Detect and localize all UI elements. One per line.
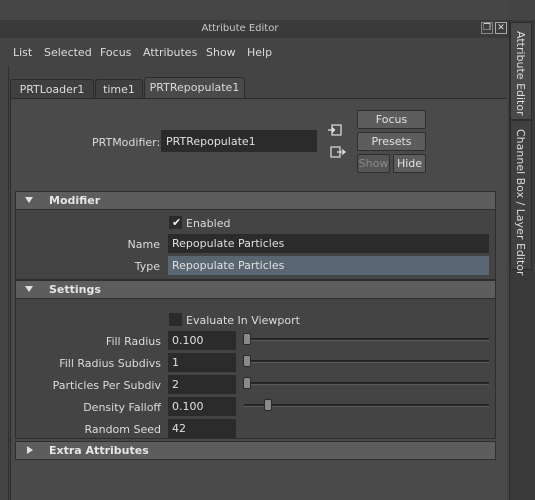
attribute-editor-window: Attribute Editor ❐ ✕ List Selected Focus… bbox=[0, 0, 535, 500]
evaluate-in-viewport-checkbox[interactable] bbox=[169, 313, 182, 326]
random-seed-label: Random Seed bbox=[84, 423, 161, 436]
modifier-section-title: Modifier bbox=[49, 194, 101, 207]
particles-per-subdiv-field[interactable]: 2 bbox=[168, 375, 236, 394]
fill-radius-subdivs-slider[interactable] bbox=[244, 360, 489, 363]
type-label: Type bbox=[134, 260, 160, 273]
fill-radius-slider-handle[interactable] bbox=[243, 333, 251, 345]
channel-box-tab-label: Channel Box / Layer Editor bbox=[514, 129, 527, 276]
tab-attribute-editor[interactable]: Attribute Editor bbox=[510, 22, 532, 120]
extra-attributes-title: Extra Attributes bbox=[49, 444, 149, 457]
tab-channel-box-layer-editor[interactable]: Channel Box / Layer Editor bbox=[510, 120, 532, 276]
menu-selected[interactable]: Selected bbox=[44, 46, 92, 59]
menu-attributes[interactable]: Attributes bbox=[143, 46, 197, 59]
presets-button[interactable]: Presets bbox=[357, 132, 426, 151]
density-falloff-slider[interactable] bbox=[244, 404, 489, 407]
name-field[interactable]: Repopulate Particles bbox=[168, 234, 489, 253]
particles-per-subdiv-slider-handle[interactable] bbox=[243, 377, 251, 389]
fill-radius-subdivs-field[interactable]: 1 bbox=[168, 353, 236, 372]
settings-section-header[interactable]: Settings bbox=[15, 280, 496, 299]
title-bar: Attribute Editor bbox=[0, 20, 509, 38]
hide-button[interactable]: Hide bbox=[393, 154, 426, 173]
checkmark-icon: ✔ bbox=[172, 216, 182, 229]
collapse-arrow-icon bbox=[25, 197, 33, 203]
particles-per-subdiv-label: Particles Per Subdiv bbox=[52, 379, 161, 392]
attribute-editor-tab-label: Attribute Editor bbox=[514, 31, 527, 116]
density-falloff-slider-handle[interactable] bbox=[264, 399, 272, 411]
random-seed-field[interactable]: 42 bbox=[168, 419, 236, 438]
enabled-label: Enabled bbox=[186, 217, 231, 230]
fill-radius-slider[interactable] bbox=[244, 338, 489, 341]
menu-focus[interactable]: Focus bbox=[100, 46, 131, 59]
extra-attributes-section-header[interactable]: Extra Attributes bbox=[15, 441, 496, 460]
menu-show[interactable]: Show bbox=[206, 46, 236, 59]
float-window-icon[interactable]: ❐ bbox=[481, 22, 493, 34]
density-falloff-field[interactable]: 0.100 bbox=[168, 397, 236, 416]
expand-arrow-icon bbox=[27, 446, 33, 454]
window-title: Attribute Editor bbox=[201, 23, 279, 34]
fill-radius-field[interactable]: 0.100 bbox=[168, 331, 236, 350]
tab-prtloader1[interactable]: PRTLoader1 bbox=[10, 79, 94, 99]
tab-prtrepopulate1[interactable]: PRTRepopulate1 bbox=[144, 77, 245, 99]
menu-help[interactable]: Help bbox=[247, 46, 272, 59]
name-label: Name bbox=[127, 238, 160, 251]
particles-per-subdiv-slider[interactable] bbox=[244, 382, 489, 385]
settings-section-title: Settings bbox=[49, 283, 101, 296]
top-strip bbox=[0, 0, 509, 20]
enabled-checkbox[interactable]: ✔ bbox=[169, 216, 182, 229]
collapse-arrow-icon bbox=[25, 286, 33, 292]
menu-list[interactable]: List bbox=[13, 46, 32, 59]
prtmodifier-label: PRTModifier: bbox=[92, 136, 161, 149]
fill-radius-subdivs-label: Fill Radius Subdivs bbox=[59, 357, 161, 370]
input-connection-icon[interactable] bbox=[327, 123, 343, 137]
fill-radius-label: Fill Radius bbox=[105, 335, 161, 348]
modifier-section-header[interactable]: Modifier bbox=[15, 191, 496, 210]
fill-radius-subdivs-slider-handle[interactable] bbox=[243, 355, 251, 367]
show-button[interactable]: Show bbox=[357, 154, 390, 173]
menu-bar: List Selected Focus Attributes Show Help bbox=[0, 41, 509, 63]
evaluate-in-viewport-label: Evaluate In Viewport bbox=[186, 314, 300, 327]
focus-button[interactable]: Focus bbox=[357, 110, 426, 129]
tab-time1[interactable]: time1 bbox=[95, 79, 143, 99]
output-connection-icon[interactable] bbox=[330, 145, 346, 159]
prtmodifier-name-field[interactable] bbox=[161, 130, 317, 152]
type-field[interactable]: Repopulate Particles bbox=[168, 256, 489, 275]
density-falloff-label: Density Falloff bbox=[83, 401, 161, 414]
close-icon[interactable]: ✕ bbox=[495, 22, 507, 34]
